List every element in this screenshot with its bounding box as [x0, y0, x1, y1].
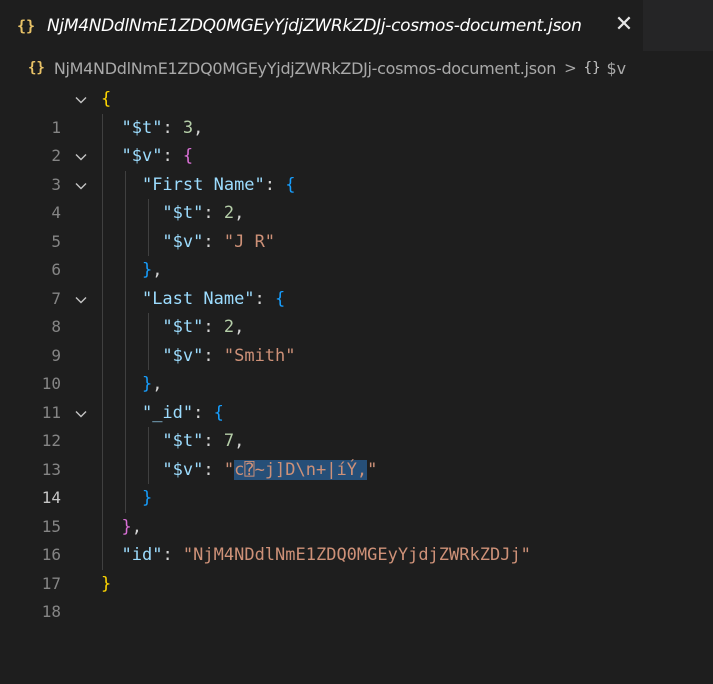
- code-line[interactable]: 4 "First Name": {: [0, 171, 713, 223]
- colon: :: [254, 288, 276, 309]
- brace: }: [141, 374, 153, 394]
- json-key: "$v": [162, 231, 204, 252]
- colon: :: [264, 174, 286, 195]
- editor-tab[interactable]: {} NjM4NDdlNmE1ZDQ0MGEyYjdjZWRkZDJj-cosm…: [0, 0, 643, 51]
- code-line-active[interactable]: 14 "$v": "c⍰~j]D\n+|íÝ,": [0, 456, 713, 507]
- breadcrumb-file[interactable]: NjM4NDdlNmE1ZDQ0MGEyYjdjZWRkZDJj-cosmos-…: [54, 59, 557, 78]
- chevron-right-icon: >: [564, 59, 577, 77]
- colon: :: [162, 545, 183, 565]
- comma: ,: [152, 260, 163, 280]
- brace: }: [141, 260, 153, 280]
- json-string: "J R": [223, 231, 276, 252]
- chevron-down-icon[interactable]: [74, 93, 88, 107]
- code-line[interactable]: 10 "$v": "Smith": [0, 342, 713, 394]
- colon: :: [203, 317, 224, 337]
- brace: }: [121, 516, 132, 537]
- code-line[interactable]: 18 }: [0, 570, 713, 622]
- code-line[interactable]: 11 },: [0, 370, 713, 422]
- json-key: "$t": [162, 203, 204, 223]
- object-symbol-icon: {}: [583, 60, 601, 76]
- code-line[interactable]: 16 },: [0, 513, 713, 565]
- comma: ,: [234, 431, 245, 451]
- code-line[interactable]: 3 "$v": {: [0, 142, 713, 194]
- colon: :: [203, 431, 224, 451]
- comma: ,: [234, 203, 245, 223]
- comma: ,: [234, 317, 245, 337]
- code-line[interactable]: 7 },: [0, 256, 713, 308]
- brace: {: [182, 146, 194, 166]
- json-string-quote: ": [367, 459, 378, 480]
- code-line[interactable]: 2 "$t": 3,: [0, 114, 713, 166]
- json-key: "$v": [121, 146, 163, 166]
- json-key: "$t": [121, 117, 163, 138]
- json-key: "$t": [162, 317, 204, 337]
- code-line[interactable]: 15 }: [0, 484, 713, 536]
- colon: :: [162, 146, 183, 166]
- json-key: "$t": [162, 431, 204, 451]
- json-key: "$v": [162, 459, 204, 480]
- comma: ,: [131, 516, 142, 537]
- chevron-down-icon[interactable]: [74, 179, 88, 193]
- json-number: 2: [223, 317, 235, 337]
- colon: :: [203, 459, 224, 480]
- json-string: "NjM4NDdlNmE1ZDQ0MGEyYjdjZWRkZDJj": [182, 545, 531, 565]
- json-string-quote: ": [223, 459, 235, 480]
- code-line[interactable]: 17 "id": "NjM4NDdlNmE1ZDQ0MGEyYjdjZWRkZD…: [0, 541, 713, 593]
- json-braces-icon: {}: [17, 16, 36, 35]
- comma: ,: [193, 117, 204, 138]
- chevron-down-icon[interactable]: [74, 407, 88, 421]
- colon: :: [162, 117, 183, 138]
- colon: :: [193, 402, 214, 423]
- comma: ,: [152, 374, 163, 394]
- json-string: "Smith": [223, 345, 296, 366]
- code-line[interactable]: 6 "$v": "J R": [0, 228, 713, 280]
- colon: :: [203, 231, 224, 252]
- tab-title: NjM4NDdlNmE1ZDQ0MGEyYjdjZWRkZDJj-cosmos-…: [47, 15, 582, 36]
- json-number: 7: [223, 431, 235, 451]
- breadcrumb-property[interactable]: $v: [607, 59, 627, 78]
- code-line[interactable]: 1 {: [0, 85, 713, 137]
- brace: {: [213, 402, 224, 423]
- text-selection[interactable]: c⍰~j]D\n+|íÝ,: [234, 459, 368, 480]
- brace: {: [285, 174, 296, 195]
- json-key: "id": [121, 545, 163, 565]
- colon: :: [203, 203, 224, 223]
- code-line[interactable]: 13 "$t": 7,: [0, 427, 713, 479]
- tab-bar: {} NjM4NDdlNmE1ZDQ0MGEyYjdjZWRkZDJj-cosm…: [0, 0, 713, 51]
- brace: }: [141, 488, 153, 508]
- json-number: 2: [223, 203, 235, 223]
- code-line[interactable]: 12 "_id": {: [0, 399, 713, 451]
- colon: :: [203, 345, 224, 366]
- breadcrumb: {} NjM4NDdlNmE1ZDQ0MGEyYjdjZWRkZDJj-cosm…: [0, 51, 713, 85]
- chevron-down-icon[interactable]: [74, 293, 88, 307]
- json-key: "_id": [141, 402, 194, 423]
- brace: }: [101, 573, 112, 594]
- brace: {: [275, 288, 286, 309]
- code-line[interactable]: 8 "Last Name": {: [0, 285, 713, 337]
- json-number: 3: [182, 117, 194, 138]
- code-line[interactable]: 5 "$t": 2,: [0, 199, 713, 251]
- json-braces-icon: {}: [28, 60, 45, 76]
- close-icon[interactable]: ✕: [612, 13, 636, 37]
- brace: {: [101, 89, 112, 109]
- line-number: 18: [41, 602, 61, 621]
- json-key: "Last Name": [141, 288, 255, 309]
- code-editor[interactable]: 1 { 2 "$t": 3, 3 "$v": { 4 "First Name":…: [0, 85, 713, 622]
- json-key: "First Name": [141, 174, 265, 195]
- code-line[interactable]: 9 "$t": 2,: [0, 313, 713, 365]
- chevron-down-icon[interactable]: [74, 150, 88, 164]
- json-key: "$v": [162, 345, 204, 366]
